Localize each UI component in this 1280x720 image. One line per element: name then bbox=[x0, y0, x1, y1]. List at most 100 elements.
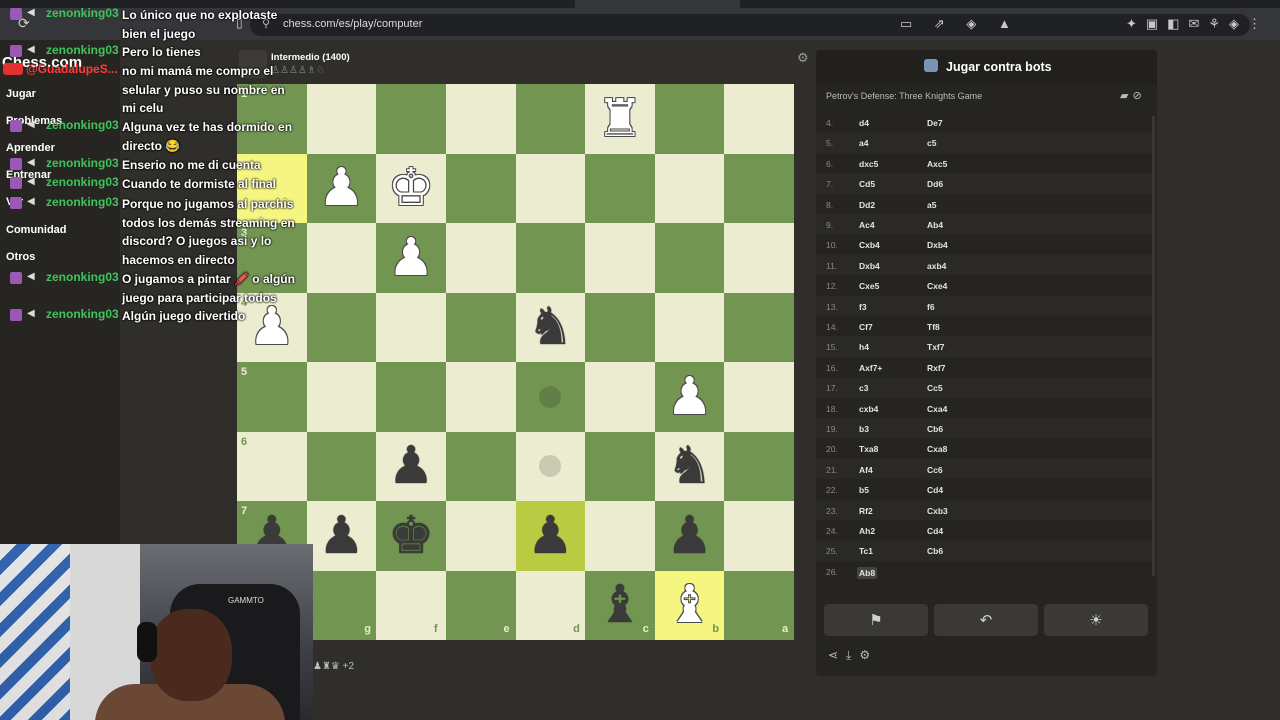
black-move[interactable]: Cd4 bbox=[927, 526, 943, 536]
board-square[interactable] bbox=[654, 223, 725, 293]
black-move[interactable]: Cb6 bbox=[927, 424, 943, 434]
board-square[interactable] bbox=[585, 153, 655, 223]
board-square[interactable] bbox=[237, 431, 307, 501]
sidebar-item-otros[interactable]: Otros bbox=[6, 251, 35, 263]
takeback-button[interactable]: ↶ bbox=[934, 604, 1038, 636]
black-move[interactable]: Txf7 bbox=[927, 342, 944, 352]
board-square[interactable] bbox=[654, 84, 725, 154]
panel-footer-icons[interactable]: ⋖⤓⚙ bbox=[828, 648, 878, 663]
black-king[interactable]: ♚ bbox=[376, 501, 446, 571]
black-pawn[interactable]: ♟ bbox=[516, 501, 586, 571]
black-move[interactable]: f6 bbox=[927, 302, 935, 312]
white-move[interactable]: b3 bbox=[859, 424, 869, 434]
black-pawn[interactable]: ♟ bbox=[307, 501, 377, 571]
black-move[interactable]: Rxf7 bbox=[927, 363, 945, 373]
white-move[interactable]: Axf7+ bbox=[859, 363, 882, 373]
board-square[interactable] bbox=[306, 84, 377, 154]
board-square[interactable] bbox=[306, 223, 377, 293]
board-square[interactable] bbox=[585, 501, 655, 571]
white-move[interactable]: c3 bbox=[859, 383, 868, 393]
board-square[interactable] bbox=[585, 431, 655, 501]
black-move[interactable]: Cxa4 bbox=[927, 404, 947, 414]
board-square[interactable] bbox=[724, 501, 794, 571]
black-move[interactable]: axb4 bbox=[927, 261, 946, 271]
white-move[interactable]: Dd2 bbox=[859, 200, 875, 210]
board-square[interactable] bbox=[306, 292, 377, 362]
white-move[interactable]: Cxb4 bbox=[859, 240, 880, 250]
black-move[interactable]: Cd4 bbox=[927, 485, 943, 495]
board-square[interactable] bbox=[306, 362, 377, 432]
board-square[interactable] bbox=[306, 431, 377, 501]
black-move[interactable]: Cc5 bbox=[927, 383, 943, 393]
white-move[interactable]: h4 bbox=[859, 342, 869, 352]
board-square[interactable] bbox=[445, 292, 516, 362]
browser-tab-active[interactable] bbox=[575, 0, 740, 8]
board-square[interactable] bbox=[376, 292, 446, 362]
board-square[interactable] bbox=[515, 153, 586, 223]
board-square[interactable] bbox=[445, 223, 516, 293]
sidebar-item-jugar[interactable]: Jugar bbox=[6, 88, 36, 100]
white-move[interactable]: Dxb4 bbox=[859, 261, 880, 271]
white-move[interactable]: Af4 bbox=[859, 465, 873, 475]
browser-action-icons[interactable]: ✦▣◧✉⚘◈⋮ bbox=[1126, 16, 1270, 32]
hint-button[interactable]: ☀ bbox=[1044, 604, 1148, 636]
board-square[interactable] bbox=[445, 501, 516, 571]
board-square[interactable] bbox=[724, 431, 794, 501]
white-pawn[interactable]: ♟ bbox=[655, 362, 725, 432]
black-move[interactable]: Cxa8 bbox=[927, 444, 947, 454]
black-knight[interactable]: ♞ bbox=[516, 293, 586, 363]
white-move[interactable]: d4 bbox=[859, 118, 869, 128]
board-square[interactable] bbox=[724, 362, 794, 432]
white-move[interactable]: Cf7 bbox=[859, 322, 873, 332]
black-move[interactable]: a5 bbox=[927, 200, 936, 210]
board-square[interactable] bbox=[724, 153, 794, 223]
board-settings-icon[interactable]: ⚙ bbox=[797, 50, 809, 66]
opening-book-icon[interactable]: ▰⊘ bbox=[1120, 89, 1146, 102]
board-square[interactable] bbox=[445, 153, 516, 223]
white-bishop[interactable]: ♝ bbox=[655, 571, 725, 641]
white-pawn[interactable]: ♟ bbox=[376, 223, 446, 293]
black-move[interactable]: c5 bbox=[927, 138, 936, 148]
white-move[interactable]: Tc1 bbox=[859, 546, 873, 556]
chess-board[interactable]: 1 2 3 4 5 6 7 g f e d c b a ♜ ♟ ♚ ♟ ♟ ♞ ♟ ♟ ♞ ♟ ♟ ♚ ♟ ♟ ♝ ♝ bbox=[237, 84, 794, 640]
white-move[interactable]: Cd5 bbox=[859, 179, 875, 189]
board-square[interactable] bbox=[515, 223, 586, 293]
board-square[interactable] bbox=[724, 84, 794, 154]
white-move[interactable]: Rf2 bbox=[859, 506, 873, 516]
white-move[interactable]: cxb4 bbox=[859, 404, 878, 414]
black-move[interactable]: Dd6 bbox=[927, 179, 943, 189]
move-hint-dot[interactable] bbox=[539, 385, 562, 408]
black-move[interactable]: Cxb3 bbox=[927, 506, 948, 516]
board-square[interactable] bbox=[376, 362, 446, 432]
black-pawn[interactable]: ♟ bbox=[655, 501, 725, 571]
board-square[interactable] bbox=[237, 362, 307, 432]
black-pawn[interactable]: ♟ bbox=[376, 432, 446, 502]
black-move[interactable]: Cc6 bbox=[927, 465, 943, 475]
white-move[interactable]: Ah2 bbox=[859, 526, 875, 536]
board-square[interactable] bbox=[445, 431, 516, 501]
board-square[interactable] bbox=[445, 84, 516, 154]
white-move[interactable]: Ac4 bbox=[859, 220, 875, 230]
black-move[interactable]: Axc5 bbox=[927, 159, 947, 169]
black-knight[interactable]: ♞ bbox=[655, 432, 725, 502]
board-square[interactable] bbox=[585, 223, 655, 293]
board-square[interactable] bbox=[376, 84, 446, 154]
board-square[interactable] bbox=[585, 292, 655, 362]
black-move[interactable]: De7 bbox=[927, 118, 943, 128]
white-rook[interactable]: ♜ bbox=[585, 84, 655, 154]
white-move[interactable]: Txa8 bbox=[859, 444, 878, 454]
white-move[interactable]: a4 bbox=[859, 138, 868, 148]
white-king[interactable]: ♚ bbox=[376, 154, 446, 224]
white-pawn[interactable]: ♟ bbox=[307, 154, 377, 224]
black-move[interactable]: Dxb4 bbox=[927, 240, 948, 250]
board-square[interactable] bbox=[654, 153, 725, 223]
board-square[interactable] bbox=[654, 292, 725, 362]
black-move[interactable]: Cxe4 bbox=[927, 281, 947, 291]
move-list[interactable]: 4. d4 De7 5. a4 c5 6. dxc5 Axc5 7. Cd5 Dd6 8. Dd2 a5 9.… bbox=[816, 108, 1154, 580]
white-move[interactable]: dxc5 bbox=[859, 159, 878, 169]
sidebar-item-comunidad[interactable]: Comunidad bbox=[6, 224, 67, 236]
board-square[interactable] bbox=[585, 362, 655, 432]
black-move[interactable]: Tf8 bbox=[927, 322, 940, 332]
black-move[interactable]: Cb6 bbox=[927, 546, 943, 556]
extension-icons[interactable]: ▭ ⇗ ◈ ▲ bbox=[900, 16, 1020, 32]
